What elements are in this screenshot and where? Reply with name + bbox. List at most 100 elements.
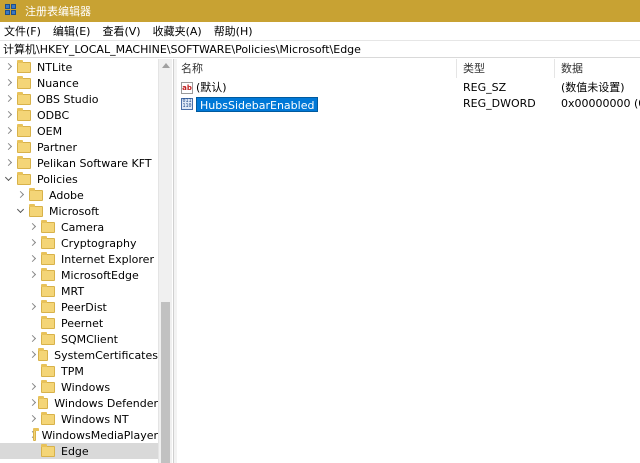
expand-icon[interactable] xyxy=(5,123,13,139)
folder-icon xyxy=(41,363,55,377)
tree-item[interactable]: Camera xyxy=(0,219,158,235)
column-header-type[interactable]: 类型 xyxy=(459,59,555,78)
folder-icon xyxy=(41,411,55,425)
expand-icon[interactable] xyxy=(5,107,13,123)
tree-item[interactable]: Internet Explorer xyxy=(0,251,158,267)
menu-edit[interactable]: 编辑(E) xyxy=(53,23,91,39)
folder-icon xyxy=(41,299,55,313)
tree-item-label: Internet Explorer xyxy=(61,252,154,266)
folder-icon xyxy=(41,251,55,265)
tree-item[interactable]: Partner xyxy=(0,139,158,155)
expand-icon[interactable] xyxy=(29,331,37,347)
value-name-cell[interactable]: ab (默认) xyxy=(181,80,227,96)
list-header: 名称 类型 数据 xyxy=(177,59,640,78)
expand-icon[interactable] xyxy=(5,59,13,75)
tree-item[interactable]: MRT xyxy=(0,283,158,299)
value-name: (默认) xyxy=(196,81,227,94)
collapse-icon[interactable] xyxy=(5,171,13,187)
folder-icon xyxy=(33,427,41,441)
scroll-up-icon[interactable] xyxy=(162,63,170,68)
folder-icon xyxy=(17,139,31,153)
menu-file[interactable]: 文件(F) xyxy=(4,23,41,39)
value-row[interactable]: ab (默认) REG_SZ (数值未设置) xyxy=(177,80,640,96)
folder-icon xyxy=(41,235,55,249)
value-data: 0x00000000 (0) xyxy=(561,97,640,110)
expand-icon[interactable] xyxy=(29,235,37,251)
tree-item[interactable]: Cryptography xyxy=(0,235,158,251)
tree-item[interactable]: OEM xyxy=(0,123,158,139)
tree-item[interactable]: WindowsMediaPlayer xyxy=(0,427,158,443)
dword-value-icon: 011 110 xyxy=(181,98,193,110)
column-header-data[interactable]: 数据 xyxy=(557,59,640,78)
expand-icon[interactable] xyxy=(29,379,37,395)
tree-item[interactable]: PeerDist xyxy=(0,299,158,315)
folder-icon xyxy=(41,331,55,345)
tree-item-label: Camera xyxy=(61,220,105,234)
tree-item[interactable]: SQMClient xyxy=(0,331,158,347)
tree-item-label: Windows NT xyxy=(61,412,129,426)
tree-item-label: Peernet xyxy=(61,316,104,330)
tree-item[interactable]: MicrosoftEdge xyxy=(0,267,158,283)
tree-item[interactable]: Edge xyxy=(0,443,158,459)
expand-icon[interactable] xyxy=(5,75,13,91)
folder-icon xyxy=(17,75,31,89)
expand-icon[interactable] xyxy=(5,91,13,107)
value-row[interactable]: 011 110 HubsSidebarEnabled REG_DWORD 0x00000… xyxy=(177,96,640,112)
collapse-icon[interactable] xyxy=(17,203,25,219)
tree-item[interactable]: Windows Defender xyxy=(0,395,158,411)
tree-item-label: OBS Studio xyxy=(37,92,99,106)
expand-icon[interactable] xyxy=(17,187,25,203)
tree-item-label: OEM xyxy=(37,124,63,138)
tree-item-label: Edge xyxy=(61,444,89,458)
tree-item[interactable]: Microsoft xyxy=(0,203,158,219)
tree-item[interactable]: Nuance xyxy=(0,75,158,91)
folder-icon xyxy=(41,283,55,297)
tree-item[interactable]: Adobe xyxy=(0,187,158,203)
scroll-thumb[interactable] xyxy=(161,302,170,463)
tree-item[interactable]: Policies xyxy=(0,171,158,187)
tree-item-label: ODBC xyxy=(37,108,70,122)
expand-icon[interactable] xyxy=(29,347,34,363)
value-name-edit-input[interactable]: HubsSidebarEnabled xyxy=(196,96,319,112)
no-expander xyxy=(29,363,37,379)
menu-favorites[interactable]: 收藏夹(A) xyxy=(153,23,202,39)
folder-icon xyxy=(41,379,55,393)
tree-item[interactable]: Peernet xyxy=(0,315,158,331)
expand-icon[interactable] xyxy=(5,139,13,155)
expand-icon[interactable] xyxy=(29,219,37,235)
expand-icon[interactable] xyxy=(29,251,37,267)
expand-icon[interactable] xyxy=(5,155,13,171)
no-expander xyxy=(29,283,37,299)
tree-item-label: NTLite xyxy=(37,60,73,74)
column-header-name[interactable]: 名称 xyxy=(177,59,457,78)
folder-icon xyxy=(38,395,49,409)
folder-icon xyxy=(41,267,55,281)
expand-icon[interactable] xyxy=(29,299,37,315)
tree-item-label: Cryptography xyxy=(61,236,137,250)
tree-scrollbar[interactable] xyxy=(158,59,172,463)
tree-item[interactable]: ODBC xyxy=(0,107,158,123)
menu-bar: 文件(F) 编辑(E) 查看(V) 收藏夹(A) 帮助(H) xyxy=(0,22,640,39)
tree-item[interactable]: Windows xyxy=(0,379,158,395)
tree-item[interactable]: NTLite xyxy=(0,59,158,75)
folder-icon xyxy=(41,443,55,457)
tree-item[interactable]: SystemCertificates xyxy=(0,347,158,363)
tree-item[interactable]: OBS Studio xyxy=(0,91,158,107)
expand-icon[interactable] xyxy=(29,395,34,411)
title-bar: 注册表编辑器 xyxy=(0,0,640,22)
menu-view[interactable]: 查看(V) xyxy=(102,23,140,39)
tree-item[interactable]: TPM xyxy=(0,363,158,379)
expand-icon[interactable] xyxy=(29,411,37,427)
folder-icon xyxy=(17,107,31,121)
tree-item-label: Microsoft xyxy=(49,204,100,218)
no-expander xyxy=(29,315,37,331)
address-bar[interactable]: 计算机\HKEY_LOCAL_MACHINE\SOFTWARE\Policies… xyxy=(0,40,640,58)
tree-item[interactable]: Windows NT xyxy=(0,411,158,427)
menu-help[interactable]: 帮助(H) xyxy=(214,23,253,39)
tree-item[interactable]: Pelikan Software KFT xyxy=(0,155,158,171)
expand-icon[interactable] xyxy=(29,267,37,283)
window-title: 注册表编辑器 xyxy=(25,5,91,18)
tree-item-label: SystemCertificates xyxy=(54,348,158,362)
value-name-cell[interactable]: 011 110 HubsSidebarEnabled xyxy=(181,96,319,112)
folder-icon xyxy=(41,219,55,233)
